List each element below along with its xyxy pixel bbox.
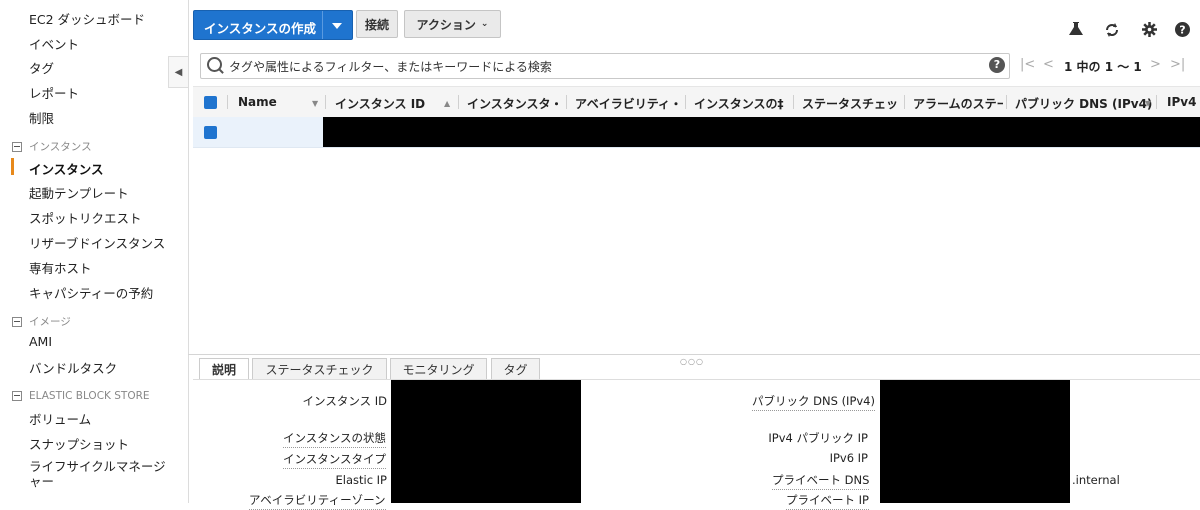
tab-monitoring[interactable]: モニタリング [390,358,487,380]
sidebar-item-volumes[interactable]: ボリューム [29,409,91,428]
sidebar-item-ami[interactable]: AMI [29,334,52,349]
connect-button[interactable]: 接続 [356,10,398,38]
column-header-public-dns[interactable]: パブリック DNS (IPv4) [1015,95,1155,112]
sidebar-item-spot-requests[interactable]: スポットリクエスト [29,208,142,227]
actions-button[interactable]: アクション ⌄ [404,10,501,38]
search-placeholder: タグや属性によるフィルター、またはキーワードによる検索 [229,60,552,74]
sidebar-item-lifecycle-manager[interactable]: ライフサイクルマネージャー [29,459,169,489]
filter-help-icon[interactable]: ? [989,57,1005,73]
flask-icon[interactable] [1068,21,1084,37]
sidebar-item-ec2-dashboard[interactable]: EC2 ダッシュボード [29,9,145,28]
column-header-name[interactable]: Name [238,95,277,109]
sidebar-collapse-button[interactable]: ◀ [168,56,188,88]
gear-icon[interactable] [1142,22,1157,37]
sidebar: EC2 ダッシュボード イベント タグ レポート 制限 インスタンス インスタン… [0,0,189,503]
chevron-down-icon: ⌄ [480,19,489,29]
search-icon [207,57,222,72]
panel-splitter[interactable] [188,354,1200,355]
sidebar-group-label: イメージ [29,316,71,328]
last-page-icon[interactable]: >| [1170,57,1185,72]
sidebar-item-instances[interactable]: インスタンス [29,159,104,178]
tab-status-checks[interactable]: ステータスチェック [252,358,387,380]
sidebar-item-launch-templates[interactable]: 起動テンプレート [29,183,129,202]
sidebar-item-snapshots[interactable]: スナップショット [29,434,129,453]
actions-label: アクション [416,17,476,32]
private-dns-suffix: .internal [1072,473,1120,487]
detail-label-instance-type: インスタンスタイプ [283,451,387,469]
sidebar-item-tags[interactable]: タグ [29,58,54,77]
svg-text:?: ? [1179,24,1185,37]
tab-tags[interactable]: タグ [491,358,540,380]
row-checkbox[interactable] [204,126,217,139]
sort-up-icon[interactable]: ▲ [444,99,450,108]
launch-instance-button[interactable]: インスタンスの作成 [193,10,353,40]
column-header-alarm-status[interactable]: アラームのステー [913,95,1003,112]
column-separator [1156,95,1157,109]
column-header-instance-type[interactable]: インスタンスタ・ [467,95,565,112]
column-header-instance-id[interactable]: インスタンス ID [335,95,440,112]
drag-handle-icon[interactable]: ○○○ [680,357,704,366]
redacted-row-content [323,117,1200,147]
column-separator [325,95,326,109]
sidebar-group-ebs[interactable]: ELASTIC BLOCK STORE [12,390,150,402]
column-header-instance-state[interactable]: インスタンスの‡ [694,95,789,112]
sort-down-icon[interactable]: ▼ [312,99,318,108]
sidebar-item-limits[interactable]: 制限 [29,108,54,127]
sidebar-item-dedicated-hosts[interactable]: 専有ホスト [29,258,92,277]
column-separator [227,95,228,109]
column-separator [458,95,459,109]
detail-label-availability-zone: アベイラビリティーゾーン [249,492,386,510]
select-all-checkbox[interactable] [204,96,217,109]
sort-down-icon[interactable]: ▼ [1145,99,1151,108]
detail-label-elastic-ip: Elastic IP [335,473,387,487]
sidebar-item-events[interactable]: イベント [29,34,79,53]
chevron-down-icon[interactable] [332,23,342,29]
sidebar-item-reserved-instances[interactable]: リザーブドインスタンス [29,233,165,252]
sidebar-item-capacity-reservations[interactable]: キャパシティーの予約 [29,283,153,302]
search-input[interactable]: タグや属性によるフィルター、またはキーワードによる検索 ? [200,53,1010,79]
detail-label-public-dns: パブリック DNS (IPv4) [752,393,875,411]
column-separator [793,95,794,109]
detail-label-private-dns: プライベート DNS [772,472,870,490]
column-header-ipv4[interactable]: IPv4 [1167,95,1200,109]
collapse-minus-icon [12,316,22,327]
sidebar-group-label: ELASTIC BLOCK STORE [29,390,150,402]
sidebar-item-bundle-tasks[interactable]: バンドルタスク [29,358,117,377]
refresh-icon[interactable] [1104,22,1120,38]
button-divider [322,11,323,39]
launch-instance-label: インスタンスの作成 [204,21,317,36]
column-separator [904,95,905,109]
detail-label-instance-id: インスタンス ID [302,394,387,408]
prev-page-icon[interactable]: < [1043,57,1054,72]
column-separator [685,95,686,109]
collapse-minus-icon [12,141,22,152]
column-separator [1006,95,1007,109]
collapse-minus-icon [12,391,22,401]
column-header-status-checks[interactable]: ステータスチェッ・ [802,95,902,112]
table-header: Name ▼ インスタンス ID ▲ インスタンスタ・ アベイラビリティ・ イン… [193,86,1200,118]
sidebar-group-images[interactable]: イメージ [12,314,71,329]
sidebar-item-reports[interactable]: レポート [29,83,79,102]
detail-label-ipv4-public-ip: IPv4 パブリック IP [768,431,868,445]
active-indicator [11,158,14,175]
column-separator [566,95,567,109]
chevron-left-icon: ◀ [174,66,183,78]
detail-label-instance-state: インスタンスの状態 [283,430,387,448]
sidebar-group-instances[interactable]: インスタンス [12,139,92,154]
redacted-values-right [880,380,1070,503]
sidebar-group-label: インスタンス [29,141,92,153]
pagination-text: 1 中の 1 ～ 1 [1064,60,1142,74]
next-page-icon[interactable]: > [1150,57,1161,72]
tab-description[interactable]: 説明 [199,358,249,380]
help-icon[interactable]: ? [1175,22,1190,37]
column-header-availability-zone[interactable]: アベイラビリティ・ [575,95,681,112]
first-page-icon[interactable]: |< [1020,57,1035,72]
detail-label-private-ip: プライベート IP [786,492,869,510]
detail-label-ipv6-ip: IPv6 IP [829,451,868,465]
redacted-values-left [391,380,581,503]
